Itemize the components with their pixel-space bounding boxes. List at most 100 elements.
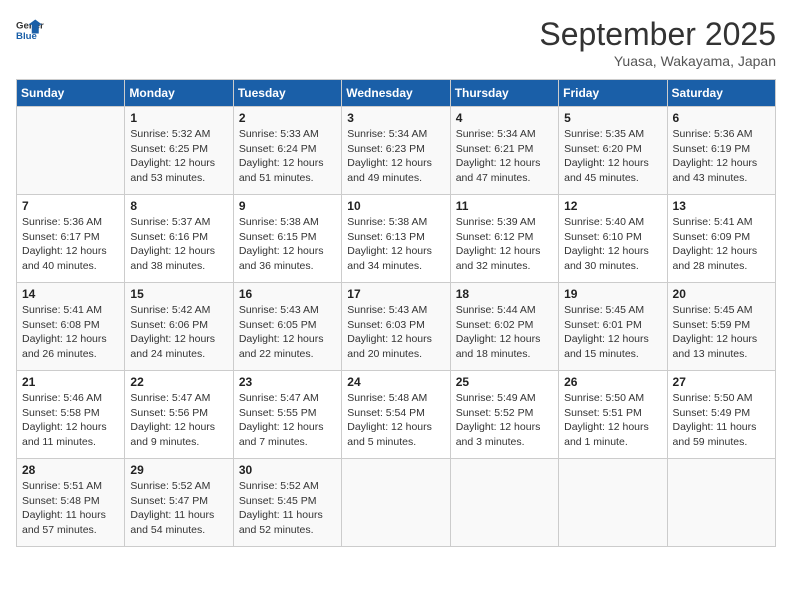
day-number: 15 [130,287,227,301]
day-number: 23 [239,375,336,389]
day-info: Sunrise: 5:50 AM Sunset: 5:49 PM Dayligh… [673,391,770,450]
week-row-2: 7 Sunrise: 5:36 AM Sunset: 6:17 PM Daylig… [17,195,776,283]
day-number: 7 [22,199,119,213]
calendar-cell: 30 Sunrise: 5:52 AM Sunset: 5:45 PM Dayli… [233,459,341,547]
calendar-cell [450,459,558,547]
day-number: 9 [239,199,336,213]
day-info: Sunrise: 5:52 AM Sunset: 5:47 PM Dayligh… [130,479,227,538]
logo: General Blue [16,16,44,44]
day-info: Sunrise: 5:43 AM Sunset: 6:05 PM Dayligh… [239,303,336,362]
day-info: Sunrise: 5:43 AM Sunset: 6:03 PM Dayligh… [347,303,444,362]
day-info: Sunrise: 5:47 AM Sunset: 5:56 PM Dayligh… [130,391,227,450]
day-number: 21 [22,375,119,389]
day-info: Sunrise: 5:41 AM Sunset: 6:08 PM Dayligh… [22,303,119,362]
calendar-cell: 10 Sunrise: 5:38 AM Sunset: 6:13 PM Dayli… [342,195,450,283]
calendar-cell: 6 Sunrise: 5:36 AM Sunset: 6:19 PM Daylig… [667,107,775,195]
day-number: 8 [130,199,227,213]
day-info: Sunrise: 5:50 AM Sunset: 5:51 PM Dayligh… [564,391,661,450]
header-tuesday: Tuesday [233,80,341,107]
day-info: Sunrise: 5:37 AM Sunset: 6:16 PM Dayligh… [130,215,227,274]
day-number: 12 [564,199,661,213]
day-number: 4 [456,111,553,125]
day-number: 28 [22,463,119,477]
location-subtitle: Yuasa, Wakayama, Japan [539,53,776,69]
day-number: 1 [130,111,227,125]
day-info: Sunrise: 5:33 AM Sunset: 6:24 PM Dayligh… [239,127,336,186]
calendar-cell: 22 Sunrise: 5:47 AM Sunset: 5:56 PM Dayli… [125,371,233,459]
day-info: Sunrise: 5:48 AM Sunset: 5:54 PM Dayligh… [347,391,444,450]
day-info: Sunrise: 5:42 AM Sunset: 6:06 PM Dayligh… [130,303,227,362]
calendar-cell: 2 Sunrise: 5:33 AM Sunset: 6:24 PM Daylig… [233,107,341,195]
svg-text:General: General [16,20,44,31]
day-info: Sunrise: 5:40 AM Sunset: 6:10 PM Dayligh… [564,215,661,274]
calendar-body: 1 Sunrise: 5:32 AM Sunset: 6:25 PM Daylig… [17,107,776,547]
day-info: Sunrise: 5:51 AM Sunset: 5:48 PM Dayligh… [22,479,119,538]
header-monday: Monday [125,80,233,107]
calendar-cell [17,107,125,195]
header-wednesday: Wednesday [342,80,450,107]
calendar-cell: 3 Sunrise: 5:34 AM Sunset: 6:23 PM Daylig… [342,107,450,195]
day-number: 18 [456,287,553,301]
day-info: Sunrise: 5:32 AM Sunset: 6:25 PM Dayligh… [130,127,227,186]
calendar-cell: 19Sunrise: 5:45 AM Sunset: 6:01 PM Dayli… [559,283,667,371]
header-friday: Friday [559,80,667,107]
day-number: 6 [673,111,770,125]
day-info: Sunrise: 5:46 AM Sunset: 5:58 PM Dayligh… [22,391,119,450]
header-thursday: Thursday [450,80,558,107]
day-number: 11 [456,199,553,213]
day-info: Sunrise: 5:52 AM Sunset: 5:45 PM Dayligh… [239,479,336,538]
calendar-cell [559,459,667,547]
calendar-cell: 29Sunrise: 5:52 AM Sunset: 5:47 PM Dayli… [125,459,233,547]
calendar-cell: 1 Sunrise: 5:32 AM Sunset: 6:25 PM Daylig… [125,107,233,195]
week-row-5: 28 Sunrise: 5:51 AM Sunset: 5:48 PM Dayli… [17,459,776,547]
day-number: 10 [347,199,444,213]
calendar-cell: 18 Sunrise: 5:44 AM Sunset: 6:02 PM Dayli… [450,283,558,371]
calendar-cell: 17Sunrise: 5:43 AM Sunset: 6:03 PM Dayli… [342,283,450,371]
day-number: 24 [347,375,444,389]
day-info: Sunrise: 5:36 AM Sunset: 6:19 PM Dayligh… [673,127,770,186]
calendar-cell: 21 Sunrise: 5:46 AM Sunset: 5:58 PM Dayli… [17,371,125,459]
calendar-cell: 25 Sunrise: 5:49 AM Sunset: 5:52 PM Dayli… [450,371,558,459]
week-row-1: 1 Sunrise: 5:32 AM Sunset: 6:25 PM Daylig… [17,107,776,195]
day-info: Sunrise: 5:38 AM Sunset: 6:15 PM Dayligh… [239,215,336,274]
day-info: Sunrise: 5:34 AM Sunset: 6:21 PM Dayligh… [456,127,553,186]
calendar-cell: 23 Sunrise: 5:47 AM Sunset: 5:55 PM Dayli… [233,371,341,459]
day-number: 14 [22,287,119,301]
calendar-table: SundayMondayTuesdayWednesdayThursdayFrid… [16,79,776,547]
calendar-cell: 27 Sunrise: 5:50 AM Sunset: 5:49 PM Dayli… [667,371,775,459]
day-number: 22 [130,375,227,389]
calendar-cell: 14 Sunrise: 5:41 AM Sunset: 6:08 PM Dayli… [17,283,125,371]
day-info: Sunrise: 5:47 AM Sunset: 5:55 PM Dayligh… [239,391,336,450]
page-header: General Blue September 2025 Yuasa, Wakay… [16,16,776,69]
calendar-cell: 4 Sunrise: 5:34 AM Sunset: 6:21 PM Daylig… [450,107,558,195]
calendar-cell: 13Sunrise: 5:41 AM Sunset: 6:09 PM Dayli… [667,195,775,283]
day-number: 13 [673,199,770,213]
day-info: Sunrise: 5:44 AM Sunset: 6:02 PM Dayligh… [456,303,553,362]
calendar-cell: 20Sunrise: 5:45 AM Sunset: 5:59 PM Dayli… [667,283,775,371]
calendar-cell: 11 Sunrise: 5:39 AM Sunset: 6:12 PM Dayli… [450,195,558,283]
day-info: Sunrise: 5:49 AM Sunset: 5:52 PM Dayligh… [456,391,553,450]
day-info: Sunrise: 5:45 AM Sunset: 5:59 PM Dayligh… [673,303,770,362]
week-row-3: 14 Sunrise: 5:41 AM Sunset: 6:08 PM Dayli… [17,283,776,371]
calendar-header-row: SundayMondayTuesdayWednesdayThursdayFrid… [17,80,776,107]
header-sunday: Sunday [17,80,125,107]
day-info: Sunrise: 5:36 AM Sunset: 6:17 PM Dayligh… [22,215,119,274]
day-info: Sunrise: 5:34 AM Sunset: 6:23 PM Dayligh… [347,127,444,186]
calendar-cell [342,459,450,547]
calendar-cell: 16 Sunrise: 5:43 AM Sunset: 6:05 PM Dayli… [233,283,341,371]
day-info: Sunrise: 5:35 AM Sunset: 6:20 PM Dayligh… [564,127,661,186]
calendar-cell: 24 Sunrise: 5:48 AM Sunset: 5:54 PM Dayli… [342,371,450,459]
day-info: Sunrise: 5:38 AM Sunset: 6:13 PM Dayligh… [347,215,444,274]
day-number: 3 [347,111,444,125]
day-number: 16 [239,287,336,301]
calendar-cell: 8 Sunrise: 5:37 AM Sunset: 6:16 PM Daylig… [125,195,233,283]
day-number: 19 [564,287,661,301]
calendar-cell: 26Sunrise: 5:50 AM Sunset: 5:51 PM Dayli… [559,371,667,459]
calendar-cell: 12 Sunrise: 5:40 AM Sunset: 6:10 PM Dayli… [559,195,667,283]
day-number: 2 [239,111,336,125]
day-number: 25 [456,375,553,389]
day-info: Sunrise: 5:39 AM Sunset: 6:12 PM Dayligh… [456,215,553,274]
week-row-4: 21 Sunrise: 5:46 AM Sunset: 5:58 PM Dayli… [17,371,776,459]
day-number: 30 [239,463,336,477]
day-number: 27 [673,375,770,389]
